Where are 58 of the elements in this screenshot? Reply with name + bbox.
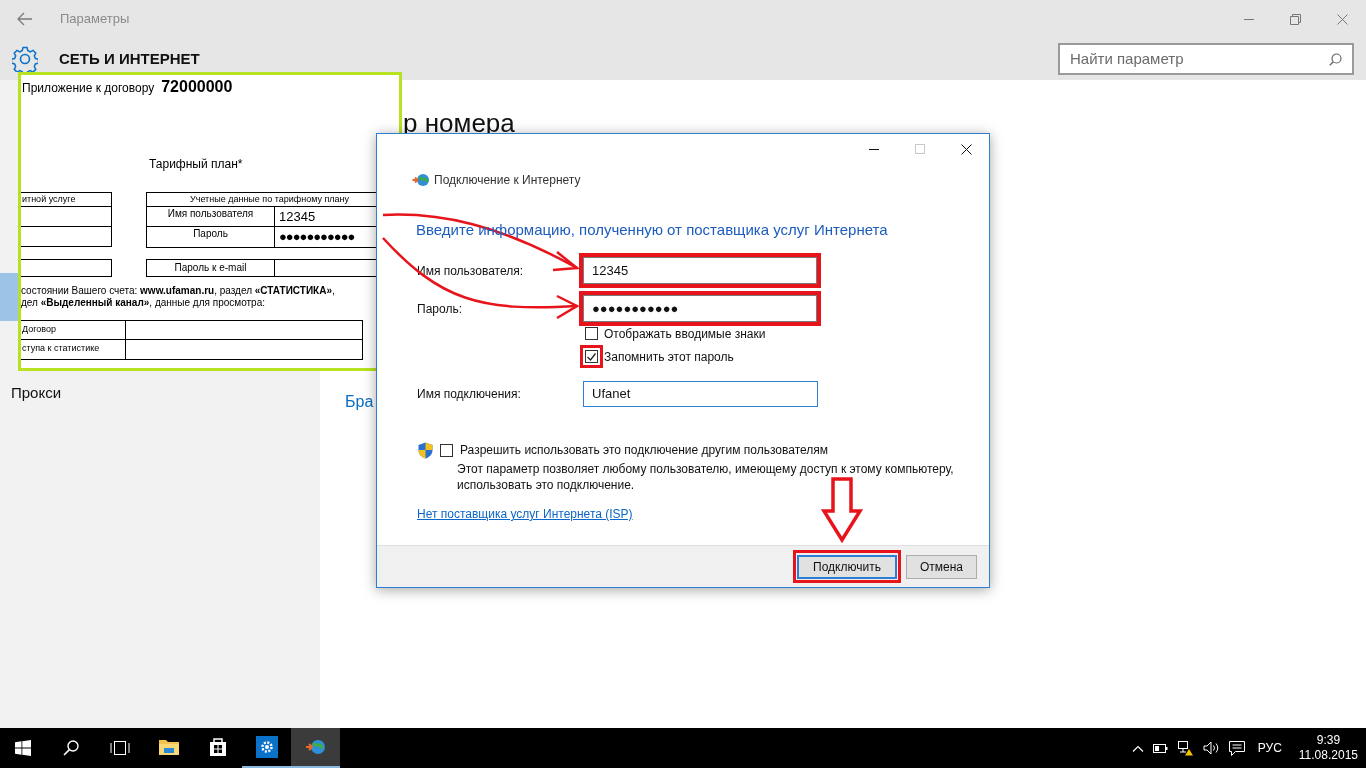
table-cell: Имя пользователя bbox=[147, 207, 275, 226]
gear-icon bbox=[12, 46, 38, 72]
table-cell: Пароль к e-mail bbox=[147, 260, 275, 276]
window-title: Параметры bbox=[60, 10, 130, 29]
language-indicator[interactable]: РУС bbox=[1253, 739, 1286, 757]
clock-date[interactable]: 11.08.2015 bbox=[1298, 748, 1358, 763]
shield-icon bbox=[418, 441, 433, 459]
table-cell: Договор bbox=[21, 321, 126, 339]
battery-icon[interactable] bbox=[1152, 743, 1168, 753]
field-label: Пароль: bbox=[417, 300, 463, 318]
minimize-icon bbox=[869, 148, 879, 150]
back-arrow-icon[interactable] bbox=[17, 12, 33, 26]
minimize-icon bbox=[1243, 18, 1254, 20]
globe-icon bbox=[412, 173, 430, 187]
search-icon bbox=[1329, 52, 1342, 66]
link[interactable]: Бра bbox=[345, 392, 374, 412]
checkbox-label: Отображать вводимые знаки bbox=[604, 325, 766, 343]
network-warning-icon[interactable] bbox=[1176, 740, 1194, 756]
contract-number: 72000000 bbox=[161, 77, 233, 97]
volume-icon[interactable] bbox=[1202, 741, 1220, 755]
document-text: дел «Выделенный канал», данные для просмотра: bbox=[21, 297, 266, 309]
windows-logo-icon bbox=[15, 740, 31, 756]
table-cell-text: ●●●●●●●●●●● bbox=[278, 228, 356, 246]
document-caption: Приложение к договору bbox=[22, 80, 155, 97]
search-field[interactable]: Найти параметр bbox=[1058, 43, 1354, 75]
checkbox-label: Запомнить этот пароль bbox=[604, 348, 734, 366]
table-cell-text: 12345 bbox=[278, 208, 317, 226]
field-label: Имя пользователя: bbox=[417, 262, 525, 280]
checkbox[interactable] bbox=[585, 327, 598, 340]
task-view-icon bbox=[110, 741, 130, 755]
checkmark-icon bbox=[587, 352, 596, 361]
sidebar-item[interactable]: Прокси bbox=[0, 369, 73, 417]
plan-title: Тарифный план* bbox=[149, 156, 243, 173]
table-cell: итной услуге bbox=[21, 193, 111, 207]
checkbox-label: Разрешить использовать это подключение другим пользователям bbox=[460, 442, 828, 459]
notification-icon[interactable] bbox=[1228, 740, 1245, 756]
annotation-arrow bbox=[820, 477, 864, 544]
close-icon bbox=[1337, 13, 1348, 25]
gear-icon bbox=[255, 736, 278, 758]
chevron-up-icon[interactable] bbox=[1131, 744, 1144, 752]
connect-button[interactable]: Подключить bbox=[797, 555, 897, 579]
table-cell: ступа к статистике bbox=[21, 340, 126, 359]
restore-icon bbox=[1290, 13, 1301, 25]
cancel-button[interactable]: Отмена bbox=[906, 555, 977, 579]
section-title: СЕТЬ И ИНТЕРНЕТ bbox=[59, 48, 200, 69]
table-cell: Пароль bbox=[147, 227, 275, 247]
description-text: Этот параметр позволяет любому пользователю, имеющему доступ к этому компьютеру, использовать это подключение. bbox=[456, 461, 955, 493]
dialog-title: Подключение к Интернету bbox=[434, 172, 581, 189]
clock-time[interactable]: 9:39 bbox=[1316, 733, 1341, 748]
isp-link[interactable]: Нет поставщика услуг Интернета (ISP) bbox=[417, 505, 633, 523]
maximize-icon bbox=[915, 144, 925, 154]
checkbox[interactable] bbox=[585, 350, 598, 363]
close-icon bbox=[960, 143, 972, 155]
document-text: состоянии Вашего счета: www.ufaman.ru, раздел «СТАТИСТИКА», bbox=[21, 285, 335, 297]
search-icon bbox=[63, 740, 79, 756]
input-field[interactable]: Ufanet bbox=[583, 381, 818, 407]
field-label: Имя подключения: bbox=[417, 386, 522, 403]
checkbox[interactable] bbox=[440, 443, 453, 457]
